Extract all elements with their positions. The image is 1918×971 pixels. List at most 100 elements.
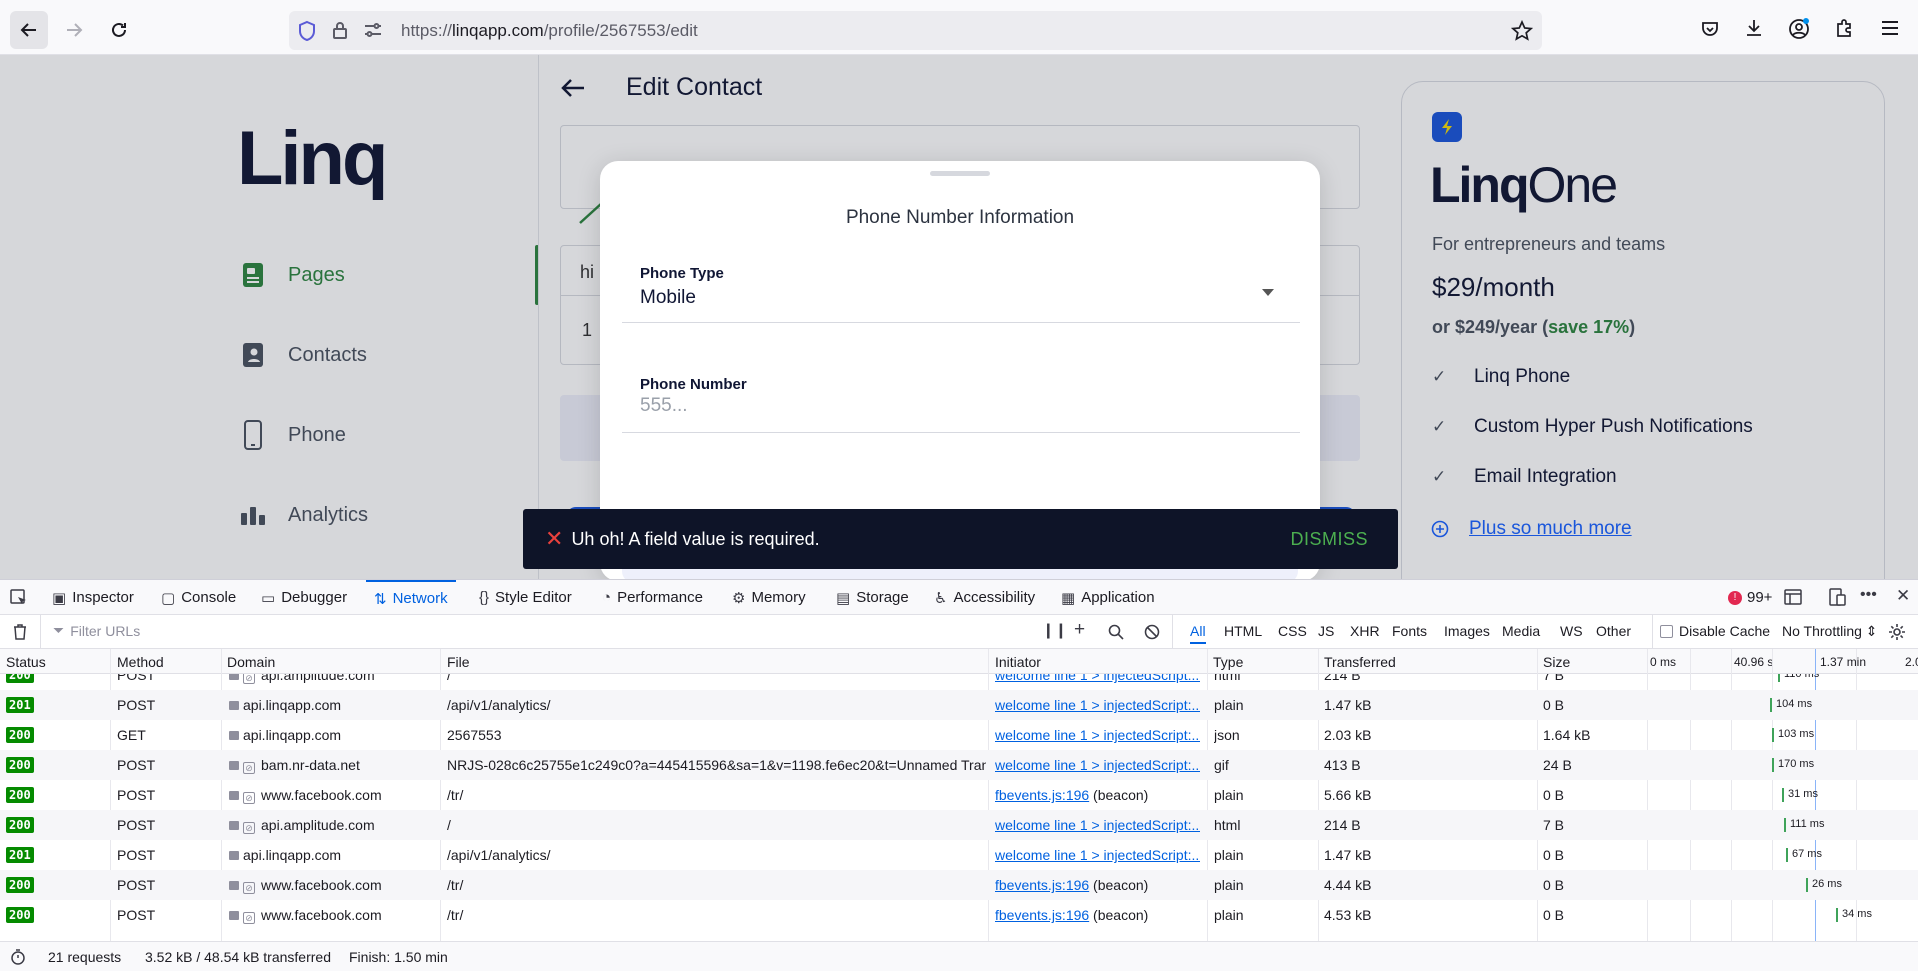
request-initiator[interactable]: welcome line 1 > injectedScript:... <box>995 847 1200 863</box>
search-icon[interactable] <box>1108 624 1124 640</box>
trash-icon[interactable] <box>12 623 28 641</box>
tab-debugger[interactable]: ▭ Debugger <box>261 580 347 615</box>
tab-storage[interactable]: ▤ Storage <box>836 580 909 615</box>
lock-icon[interactable] <box>331 20 349 40</box>
request-initiator[interactable]: fbevents.js:196 (beacon) <box>995 907 1200 923</box>
filter-fonts[interactable]: Fonts <box>1392 623 1427 639</box>
downloads-icon[interactable] <box>1744 18 1764 38</box>
column-method[interactable]: Method <box>117 654 164 670</box>
sidebar-item-analytics[interactable]: Analytics <box>238 500 368 530</box>
tab-accessibility[interactable]: ♿ Accessibility <box>934 580 1035 615</box>
filter-media[interactable]: Media <box>1502 623 1540 639</box>
table-row[interactable]: 200 POST ⊘ www.facebook.com/tr/fbevents.js:… <box>0 780 1918 810</box>
bolt-icon <box>1432 112 1462 142</box>
forward-button[interactable] <box>55 11 93 49</box>
filter-other[interactable]: Other <box>1596 623 1631 639</box>
pause-icon[interactable]: ❙❙ <box>1042 621 1067 639</box>
settings-gear-icon[interactable] <box>1888 623 1906 641</box>
column-initiator[interactable]: Initiator <box>995 654 1041 670</box>
menu-icon[interactable] <box>1880 19 1900 37</box>
table-row[interactable]: 200 POST ⊘ api.amplitude.com / welcome line 1… <box>0 674 1918 690</box>
tab-performance[interactable]: ◔ Performance <box>602 580 703 615</box>
phone-type-select[interactable]: Mobile <box>640 287 696 309</box>
table-row[interactable]: 200 POST ⊘ www.facebook.com/tr/fbevents.js:… <box>0 870 1918 900</box>
pocket-icon[interactable] <box>1700 19 1720 39</box>
split-console-icon[interactable] <box>1784 589 1802 605</box>
sidebar-item-pages[interactable]: Pages <box>238 260 345 290</box>
table-row[interactable]: 200 POST ⊘ www.facebook.com/tr/fbevents.js:… <box>0 900 1918 930</box>
shield-icon[interactable] <box>297 20 317 42</box>
column-domain[interactable]: Domain <box>227 654 275 670</box>
column-type[interactable]: Type <box>1213 654 1243 670</box>
table-row[interactable]: 200 POST ⊘ bam.nr-data.net NRJS-028c6c25755e… <box>0 750 1918 780</box>
account-icon[interactable] <box>1788 18 1810 40</box>
column-status[interactable]: Status <box>6 654 46 670</box>
element-picker-icon[interactable] <box>10 589 28 607</box>
request-initiator[interactable]: welcome line 1 > injectedScript:... <box>995 697 1200 713</box>
phone-number-input[interactable] <box>640 395 1240 417</box>
performance-icon: ◔ <box>602 589 612 606</box>
sidebar-item-contacts[interactable]: Contacts <box>238 340 367 370</box>
back-arrow-icon <box>20 23 36 37</box>
permissions-icon[interactable] <box>363 21 383 39</box>
url-bar[interactable]: https://linqapp.com/profile/2567553/edit <box>289 11 1542 50</box>
filter-urls-input[interactable]: ⏷ Filter URLs <box>53 622 140 639</box>
filter-js[interactable]: JS <box>1318 623 1334 639</box>
back-button[interactable] <box>10 11 48 49</box>
tab-memory[interactable]: ⚙ Memory <box>732 580 806 615</box>
tab-application[interactable]: ▦ Application <box>1061 580 1155 615</box>
table-row[interactable]: 201 POST api.linqapp.com/api/v1/analytics/… <box>0 840 1918 870</box>
toolbar-divider <box>40 615 41 649</box>
filter-all[interactable]: All <box>1190 623 1206 644</box>
reload-button[interactable] <box>100 11 138 49</box>
request-transferred: 2.03 kB <box>1324 727 1372 743</box>
request-initiator[interactable]: welcome line 1 > injectedScript:... <box>995 757 1200 773</box>
disable-cache-checkbox[interactable]: Disable Cache <box>1660 623 1770 639</box>
table-row[interactable]: 200 POST ⊘ api.amplitude.com / welcome line 1… <box>0 810 1918 840</box>
waterfall-duration: 170 ms <box>1778 758 1815 770</box>
filter-images[interactable]: Images <box>1444 623 1490 639</box>
more-options-icon[interactable]: ••• <box>1860 586 1877 604</box>
dismiss-button[interactable]: DISMISS <box>1290 529 1368 550</box>
status-code-badge: 200 <box>6 787 34 803</box>
responsive-design-icon[interactable] <box>1828 588 1846 606</box>
tab-network[interactable]: ⇅ Network <box>366 580 456 615</box>
column-file[interactable]: File <box>447 654 470 670</box>
waterfall-duration: 110 ms <box>1784 674 1820 680</box>
filter-css[interactable]: CSS <box>1278 623 1307 639</box>
request-initiator[interactable]: welcome line 1 > injectedScript:... <box>995 727 1200 743</box>
linq-logo[interactable]: Linq <box>237 115 388 202</box>
request-transferred: 5.66 kB <box>1324 787 1372 803</box>
url-text[interactable]: https://linqapp.com/profile/2567553/edit <box>401 21 698 41</box>
plus-more-link[interactable]: Plus so much more <box>1431 518 1632 540</box>
back-arrow-icon[interactable] <box>560 77 586 99</box>
checkbox-box[interactable] <box>1660 624 1673 638</box>
request-initiator[interactable]: welcome line 1 > injectedScript:... <box>995 674 1200 683</box>
reload-icon <box>112 22 126 37</box>
chevron-down-icon[interactable] <box>1262 289 1274 296</box>
throttling-select[interactable]: No Throttling ⇕ <box>1782 623 1878 640</box>
column-size[interactable]: Size <box>1543 654 1570 670</box>
sidebar-item-label: Phone <box>288 423 346 446</box>
filter-xhr[interactable]: XHR <box>1350 623 1380 639</box>
tab-style-editor[interactable]: {} Style Editor <box>479 580 572 615</box>
block-icon[interactable] <box>1144 624 1160 640</box>
table-row[interactable]: 201 POST api.linqapp.com/api/v1/analytics/… <box>0 690 1918 720</box>
error-count-badge[interactable]: ! 99+ <box>1728 580 1772 615</box>
bookmark-star-icon[interactable] <box>1511 20 1533 42</box>
tab-console[interactable]: ▢ Console <box>161 580 236 615</box>
request-initiator[interactable]: welcome line 1 > injectedScript:... <box>995 817 1200 833</box>
request-initiator[interactable]: fbevents.js:196 (beacon) <box>995 787 1200 803</box>
filter-html[interactable]: HTML <box>1224 623 1262 639</box>
filter-ws[interactable]: WS <box>1560 623 1583 639</box>
drag-handle[interactable] <box>930 171 990 176</box>
sidebar-item-phone[interactable]: Phone <box>238 420 346 450</box>
request-initiator[interactable]: fbevents.js:196 (beacon) <box>995 877 1200 893</box>
request-method: POST <box>117 847 156 863</box>
tab-inspector[interactable]: ▣ Inspector <box>52 580 134 615</box>
column-transferred[interactable]: Transferred <box>1324 654 1396 670</box>
add-icon[interactable]: + <box>1074 619 1085 641</box>
table-row[interactable]: 200 GET api.linqapp.com 2567553 welcome line… <box>0 720 1918 750</box>
close-icon[interactable]: ✕ <box>1896 586 1910 606</box>
extensions-icon[interactable] <box>1834 18 1854 38</box>
